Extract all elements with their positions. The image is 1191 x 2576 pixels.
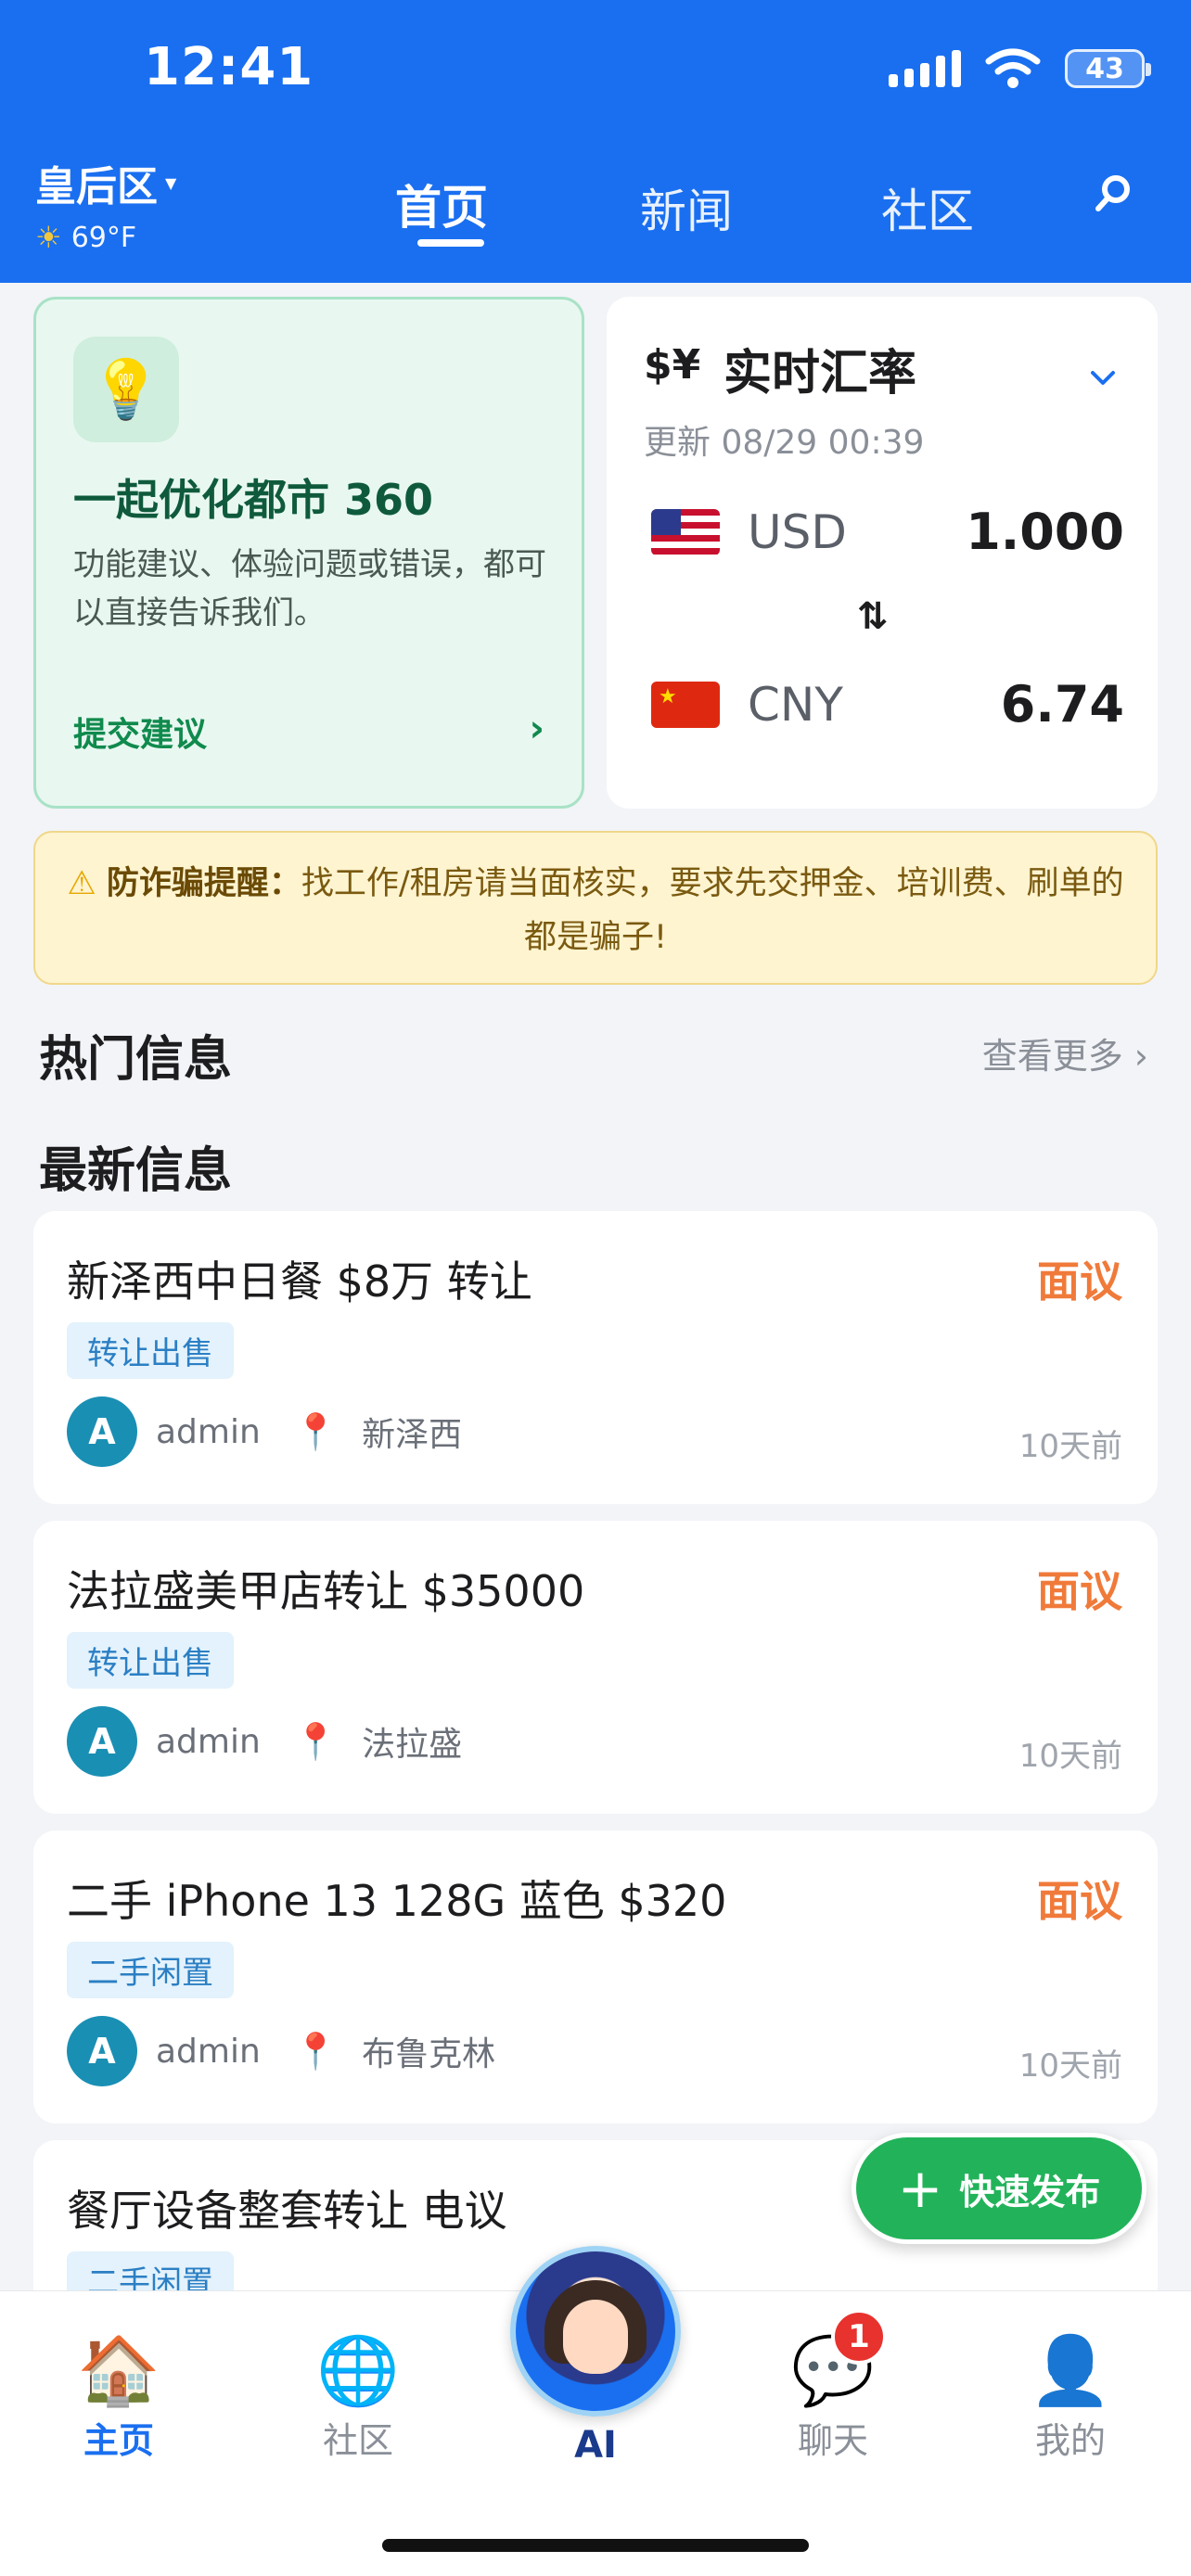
listing-location: 法拉盛 [362,1726,463,1764]
listing-meta: A admin 📍 新泽西 [67,1396,462,1467]
quick-post-button[interactable]: + 快速发布 [852,2133,1146,2244]
list-item[interactable]: 二手 iPhone 13 128G 蓝色 $320 面议 二手闲置 A admi… [33,1830,1158,2123]
tab-bar-home[interactable]: 🏠 主页 [45,2328,193,2463]
listing-price: 面议 [1037,1876,1122,1926]
fraud-alert-banner: ⚠ 防诈骗提醒：找工作/租房请当面核实，要求先交押金、培训费、刷单的都是骗子! [33,831,1158,985]
to-currency-code: CNY [748,677,843,732]
house-icon: 🏠 [77,2331,160,2409]
tab-bar-community-label: 社区 [322,2420,393,2461]
latest-info-heading: 最新信息 [39,1143,233,1199]
battery-icon: 43 [1065,49,1151,88]
listing-category-tag[interactable]: 二手闲置 [67,1942,234,1998]
battery-level: 43 [1085,52,1124,85]
listing-author: admin [156,1722,261,1761]
avatar[interactable]: A [67,2016,137,2086]
currency-row-from: USD 1.000 [651,503,1124,561]
listing-author: admin [156,1412,261,1451]
fraud-alert-label: 防诈骗提醒： [106,865,301,902]
tab-bar-chat-label: 聊天 [797,2420,868,2461]
listing-category-tag[interactable]: 转让出售 [67,1322,234,1379]
tab-bar-me[interactable]: 👤 我的 [996,2328,1145,2463]
currency-exchange-icon: $¥ [644,341,701,389]
exchange-rate-card[interactable]: $¥ 实时汇率 更新 08/29 00:39 USD 1.000 ⇅ CNY 6… [607,297,1158,809]
tab-home[interactable]: 首页 [395,171,488,237]
tab-news[interactable]: 新闻 [640,174,733,241]
see-more-link[interactable]: 查看更多 › [982,1027,1148,1078]
ai-assistant-button[interactable] [510,2246,681,2417]
listing-time: 10天前 [1018,1738,1122,1775]
submit-suggestion-link[interactable]: 提交建议 [73,708,207,756]
tab-bar-ai-label: AI [574,2424,617,2467]
listing-meta: A admin 📍 法拉盛 [67,1706,462,1777]
to-currency-value: 6.74 [1000,675,1124,733]
avatar[interactable]: A [67,1706,137,1777]
list-item[interactable]: 法拉盛美甲店转让 $35000 面议 转让出售 A admin 📍 法拉盛 10… [33,1521,1158,1814]
hot-info-heading: 热门信息 [39,1032,233,1088]
search-icon[interactable] [1093,173,1133,214]
user-profile-icon: 👤 [1029,2331,1112,2409]
listing-meta: A admin 📍 布鲁克林 [67,2016,495,2086]
listing-price: 面议 [1037,1566,1122,1616]
listing-time: 10天前 [1018,2047,1122,2085]
from-currency-value: 1.000 [966,503,1124,561]
us-flag-icon [651,508,720,555]
feedback-card[interactable]: 💡 一起优化都市 360 功能建议、体验问题或错误，都可以直接告诉我们。 提交建… [33,297,584,809]
feedback-title: 一起优化都市 360 [73,475,434,525]
location-pin-icon: 📍 [293,1720,339,1762]
warning-icon: ⚠ [67,865,96,902]
listing-time: 10天前 [1018,1428,1122,1465]
exchange-rate-title: 实时汇率 [724,346,917,402]
status-icons: 43 [889,48,1151,89]
china-flag-icon [651,681,720,728]
location-pin-icon: 📍 [293,1410,339,1452]
fraud-alert-text: 找工作/租房请当面核实，要求先交押金、培训费、刷单的都是骗子! [301,865,1124,956]
tab-community[interactable]: 社区 [881,174,974,241]
listing-title: 法拉盛美甲店转让 $35000 [67,1566,585,1616]
list-item[interactable]: 新泽西中日餐 $8万 转让 面议 转让出售 A admin 📍 新泽西 10天前 [33,1211,1158,1504]
globe-icon: 🌐 [316,2331,400,2409]
plus-icon: + [897,2157,943,2220]
active-tab-indicator [417,239,484,247]
feedback-body: 功能建议、体验问题或错误，都可以直接告诉我们。 [73,546,546,631]
location-pin-icon: 📍 [293,2030,339,2072]
swap-icon[interactable]: ⇅ [857,595,889,638]
listing-author: admin [156,2032,261,2071]
listing-category-tag[interactable]: 转让出售 [67,1632,234,1689]
listing-title: 新泽西中日餐 $8万 转让 [67,1256,532,1307]
top-nav: 首页 新闻 社区 [0,167,1191,241]
lightbulb-icon: 💡 [73,337,179,442]
status-time: 12:41 [144,37,314,97]
cellular-signal-icon [889,50,961,87]
home-indicator[interactable] [382,2539,809,2552]
currency-row-to: CNY 6.74 [651,675,1124,733]
tab-bar-home-label: 主页 [83,2420,154,2461]
exchange-rate-updated: 更新 08/29 00:39 [644,424,925,462]
avatar[interactable]: A [67,1396,137,1467]
listing-location: 新泽西 [362,1416,463,1454]
wifi-icon [985,48,1041,88]
header: 12:41 43 皇后区 ▼ ☀ 69°F 首页 新闻 社区 [0,0,1191,283]
quick-post-label: 快速发布 [959,2171,1101,2213]
tab-bar-me-label: 我的 [1034,2420,1106,2461]
tab-bar-community[interactable]: 🌐 社区 [284,2328,432,2463]
chevron-right-icon: › [529,708,544,750]
ai-avatar-face [563,2299,628,2374]
listing-title: 二手 iPhone 13 128G 蓝色 $320 [67,1876,727,1926]
listing-title: 餐厅设备整套转让 电议 [67,2186,507,2236]
chevron-down-icon[interactable] [1089,363,1117,391]
from-currency-code: USD [748,504,847,559]
chat-unread-badge: 1 [831,2309,887,2365]
listing-location: 布鲁克林 [362,2035,496,2073]
listing-price: 面议 [1037,1256,1122,1307]
